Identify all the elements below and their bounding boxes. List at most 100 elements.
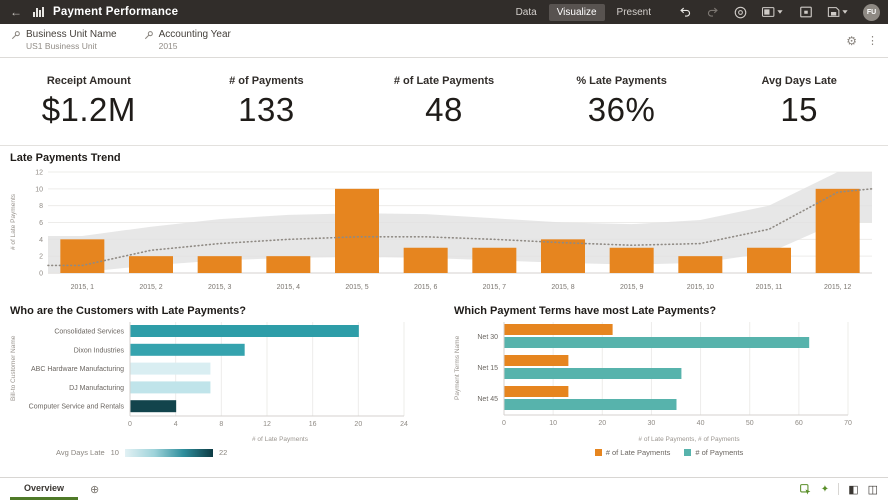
avatar[interactable]: FU — [863, 4, 880, 21]
svg-text:2: 2 — [39, 254, 43, 261]
customers-chart-title: Who are the Customers with Late Payments… — [10, 305, 434, 317]
late-payments-bar[interactable] — [505, 386, 569, 397]
filter-accounting-year[interactable]: Accounting Year 2015 — [143, 29, 231, 52]
trend-bar-2015, 3[interactable] — [198, 256, 242, 273]
legend-label: # of Payments — [695, 448, 743, 457]
customers-chart-card: Who are the Customers with Late Payments… — [10, 305, 434, 457]
gradient-bar — [125, 449, 213, 457]
payments-bar[interactable] — [505, 399, 677, 410]
svg-text:4: 4 — [174, 421, 178, 428]
trend-bar-2015, 9[interactable] — [610, 248, 654, 273]
svg-text:2015, 1: 2015, 1 — [71, 284, 94, 291]
late-payments-bar[interactable] — [505, 324, 613, 335]
present-icon[interactable] — [798, 5, 813, 20]
sparkle-auto-insights-icon[interactable]: ✦ — [821, 484, 829, 495]
svg-text:0: 0 — [502, 420, 506, 427]
svg-text:2015, 8: 2015, 8 — [551, 284, 574, 291]
trend-bar-2015, 4[interactable] — [266, 256, 310, 273]
tab-visualize[interactable]: Visualize — [549, 4, 605, 21]
tab-present[interactable]: Present — [609, 4, 659, 21]
trend-chart-title: Late Payments Trend — [10, 152, 878, 164]
canvas-tab-overview[interactable]: Overview — [10, 478, 78, 500]
kpi-num-late-payments[interactable]: # of Late Payments 48 — [355, 58, 533, 145]
svg-text:70: 70 — [844, 420, 852, 427]
pin-icon — [143, 30, 154, 41]
canvas-layout-icon[interactable] — [761, 5, 785, 20]
svg-text:2015, 11: 2015, 11 — [756, 284, 783, 291]
tab-data[interactable]: Data — [508, 4, 545, 21]
legend-item-late-payments[interactable]: # of Late Payments — [595, 448, 671, 457]
terms-bar-chart[interactable]: 010203040506070Net 30Net 15Net 45 — [464, 320, 874, 430]
trend-bar-2015, 10[interactable] — [678, 256, 722, 273]
svg-text:40: 40 — [697, 420, 705, 427]
filter-business-unit[interactable]: Business Unit Name US1 Business Unit — [10, 29, 117, 52]
terms-chart-card: Which Payment Terms have most Late Payme… — [454, 305, 878, 457]
kpi-receipt-amount[interactable]: Receipt Amount $1.2M — [0, 58, 178, 145]
late-payments-bar[interactable] — [505, 355, 569, 366]
svg-text:2015, 7: 2015, 7 — [483, 284, 506, 291]
filter-kebab-menu-icon[interactable]: ⋮ — [867, 34, 878, 47]
touch-mode-icon[interactable] — [799, 483, 812, 496]
svg-text:10: 10 — [35, 186, 43, 193]
payments-bar[interactable] — [505, 337, 810, 348]
payments-bar[interactable] — [505, 368, 682, 379]
terms-legend: # of Late Payments # of Payments — [464, 448, 874, 457]
trend-section: Late Payments Trend # of Late Payments 0… — [0, 146, 888, 301]
customer-bar[interactable] — [131, 325, 359, 337]
kpi-pct-late-payments[interactable]: % Late Payments 36% — [533, 58, 711, 145]
terms-y-axis-label: Payment Terms Name — [454, 320, 464, 416]
svg-text:2015, 6: 2015, 6 — [414, 284, 437, 291]
kpi-label: Receipt Amount — [47, 75, 131, 87]
back-icon[interactable]: ← — [8, 5, 24, 19]
svg-text:4: 4 — [39, 237, 43, 244]
svg-text:8: 8 — [219, 421, 223, 428]
customers-y-axis-label: Bill-to Customer Name — [10, 320, 20, 416]
layout-split-icon[interactable]: ◫ — [868, 483, 878, 496]
kpi-num-payments[interactable]: # of Payments 133 — [178, 58, 356, 145]
save-icon[interactable] — [826, 5, 850, 20]
trend-bar-2015, 8[interactable] — [541, 239, 585, 273]
svg-text:12: 12 — [263, 421, 271, 428]
filter-name: Accounting Year — [159, 29, 231, 42]
terms-chart-title: Which Payment Terms have most Late Payme… — [454, 305, 878, 317]
trend-bar-2015, 5[interactable] — [335, 189, 379, 273]
filter-name: Business Unit Name — [26, 29, 117, 42]
legend-min: 10 — [111, 448, 119, 457]
trend-bar-2015, 2[interactable] — [129, 256, 173, 273]
svg-text:2015, 4: 2015, 4 — [277, 284, 300, 291]
canvas-bar: Overview ⊕ ✦ ◧ ◫ — [0, 477, 888, 500]
redo-icon[interactable] — [705, 5, 720, 20]
filter-settings-gear-icon[interactable]: ⚙ — [846, 34, 857, 48]
kpi-avg-days-late[interactable]: Avg Days Late 15 — [710, 58, 888, 145]
svg-text:2015, 10: 2015, 10 — [687, 284, 714, 291]
add-canvas-icon[interactable]: ⊕ — [90, 483, 99, 496]
svg-text:16: 16 — [309, 421, 317, 428]
filter-value: 2015 — [159, 41, 231, 52]
svg-text:20: 20 — [354, 421, 362, 428]
filter-bar: Business Unit Name US1 Business Unit Acc… — [0, 24, 888, 58]
filter-value: US1 Business Unit — [26, 41, 117, 52]
trend-bar-2015, 1[interactable] — [60, 239, 104, 273]
customer-bar[interactable] — [131, 363, 211, 375]
trend-bar-2015, 11[interactable] — [747, 248, 791, 273]
customer-bar[interactable] — [131, 400, 177, 412]
svg-text:2015, 3: 2015, 3 — [208, 284, 231, 291]
trend-bar-2015, 6[interactable] — [404, 248, 448, 273]
layout-left-panel-icon[interactable]: ◧ — [848, 483, 858, 496]
customer-bar[interactable] — [131, 381, 211, 393]
legend-label: # of Late Payments — [606, 448, 671, 457]
svg-text:12: 12 — [35, 170, 43, 177]
kpi-label: # of Payments — [229, 75, 304, 87]
customers-bar-chart[interactable]: 04812162024Consolidated ServicesDixon In… — [20, 320, 430, 430]
svg-text:60: 60 — [795, 420, 803, 427]
trend-bar-2015, 12[interactable] — [816, 189, 860, 273]
trend-bar-2015, 7[interactable] — [472, 248, 516, 273]
svg-text:0: 0 — [39, 271, 43, 278]
refresh-data-icon[interactable] — [733, 5, 748, 20]
trend-bar-chart[interactable]: 0246810122015, 12015, 22015, 32015, 4201… — [20, 167, 878, 301]
customer-bar[interactable] — [131, 344, 245, 356]
workbook-chart-icon — [33, 7, 44, 17]
undo-icon[interactable] — [677, 5, 692, 20]
legend-item-payments[interactable]: # of Payments — [684, 448, 743, 457]
kpi-value: 15 — [780, 91, 818, 129]
